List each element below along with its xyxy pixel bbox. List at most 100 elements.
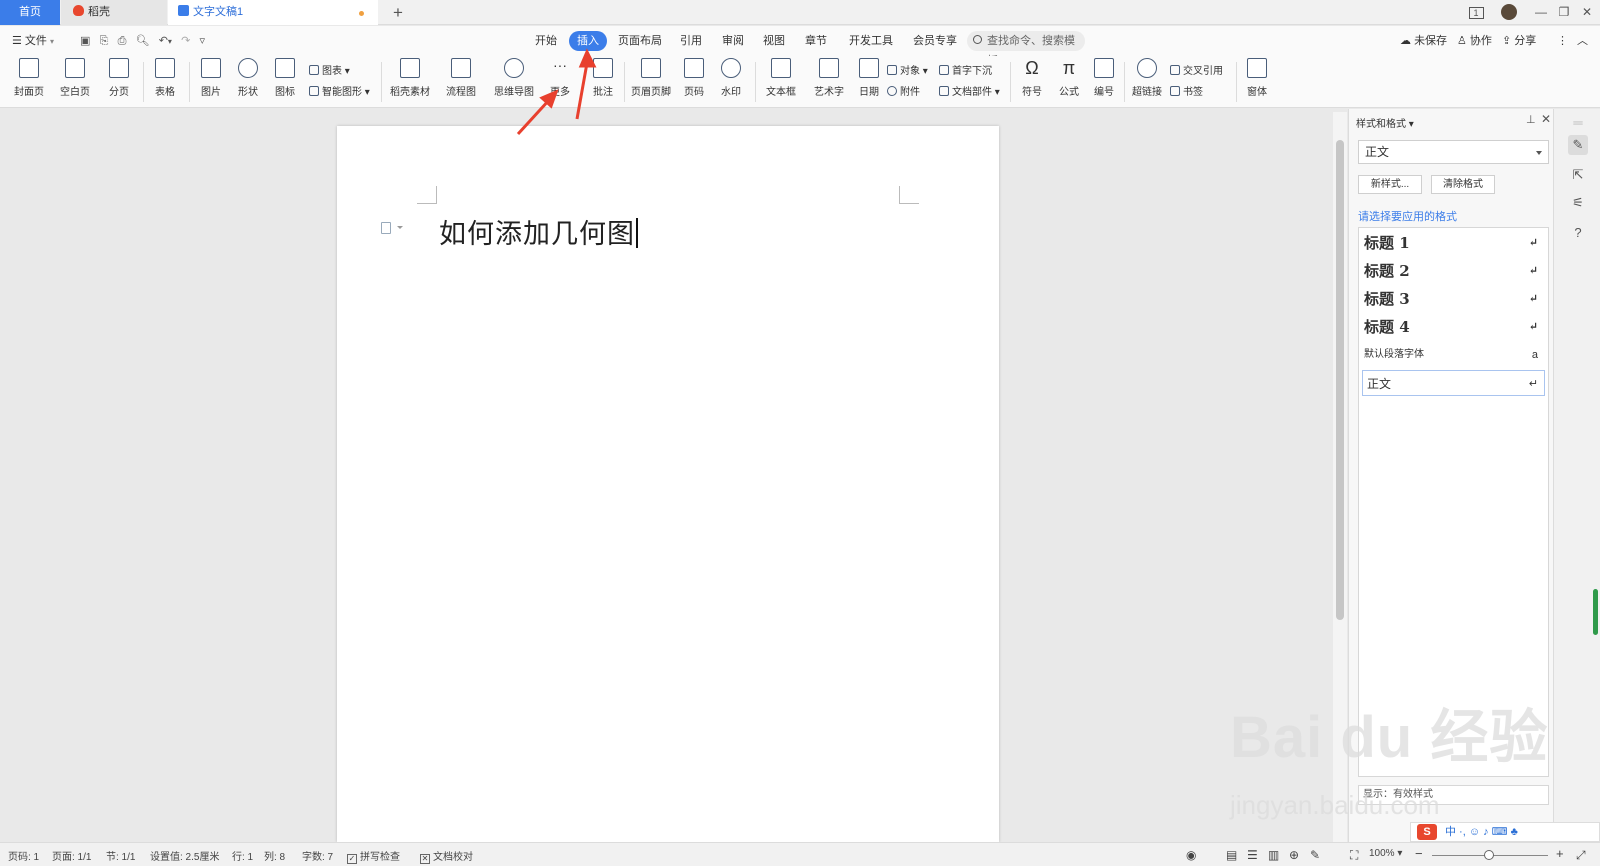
shape-button[interactable]: 形状 bbox=[231, 58, 265, 98]
new-tab-button[interactable]: + bbox=[388, 0, 408, 25]
status-setting[interactable]: 设置值: 2.5厘米 bbox=[150, 848, 219, 863]
eye-protection-icon[interactable]: ◉ bbox=[1186, 848, 1196, 862]
header-footer-button[interactable]: 页眉页脚 bbox=[629, 58, 673, 98]
wordart-button[interactable]: 艺术字 bbox=[808, 58, 850, 98]
command-search[interactable]: 查找命令、搜索模板 bbox=[967, 31, 1085, 67]
cross-ref-button[interactable]: 交叉引用 bbox=[1170, 62, 1223, 77]
hyperlink-button[interactable]: 超链接 bbox=[1130, 58, 1164, 98]
undo-icon[interactable]: ↶ bbox=[159, 35, 168, 47]
document-page[interactable]: 如何添加几何图 bbox=[337, 126, 999, 842]
style-pen-icon[interactable]: ✎ bbox=[1568, 135, 1588, 155]
status-word-count[interactable]: 字数: 7 bbox=[302, 848, 333, 863]
customize-icon[interactable]: ▿ bbox=[199, 35, 205, 47]
table-button[interactable]: 表格 bbox=[148, 58, 182, 98]
file-menu[interactable]: ☰ 文件 ▾ bbox=[12, 31, 54, 51]
window-badge[interactable]: 1 bbox=[1465, 0, 1487, 25]
print-preview-icon[interactable]: 🔍︎ bbox=[136, 35, 150, 47]
close-button[interactable]: ✕ bbox=[1576, 0, 1598, 25]
style-body-text[interactable]: 正文 ↵ bbox=[1362, 370, 1545, 396]
pin-icon[interactable]: ⊥ bbox=[1526, 113, 1536, 126]
formula-button[interactable]: π 公式 bbox=[1053, 58, 1085, 98]
print-icon[interactable]: ⎙ bbox=[118, 35, 127, 47]
bookmark-button[interactable]: 书签 bbox=[1170, 83, 1203, 98]
unsaved-button[interactable]: ☁ 未保存 bbox=[1400, 31, 1447, 51]
dropcap-button[interactable]: 首字下沉 bbox=[939, 62, 992, 77]
status-pages[interactable]: 页面: 1/1 bbox=[52, 848, 91, 863]
status-section[interactable]: 节: 1/1 bbox=[106, 848, 135, 863]
style-heading-3[interactable]: 标题 3 ↵ bbox=[1364, 286, 1544, 312]
properties-icon[interactable]: ⚟ bbox=[1568, 193, 1588, 213]
web-view-icon[interactable]: ⊕ bbox=[1289, 848, 1299, 862]
date-button[interactable]: 日期 bbox=[855, 58, 883, 98]
page-number-button[interactable]: 页码 bbox=[678, 58, 710, 98]
menu-developer[interactable]: 开发工具 bbox=[849, 31, 893, 51]
page-break-button[interactable]: 分页 bbox=[102, 58, 136, 98]
symbol-button[interactable]: Ω 符号 bbox=[1016, 58, 1048, 98]
select-cursor-icon[interactable]: ⇱ bbox=[1568, 165, 1588, 185]
current-style-select[interactable]: 正文 bbox=[1358, 140, 1549, 164]
spell-check-toggle[interactable]: ✓ 拼写检查 bbox=[347, 848, 400, 864]
doc-parts-button[interactable]: 文档部件 ▾ bbox=[939, 83, 1000, 98]
tab-home[interactable]: 首页 bbox=[0, 0, 60, 25]
ime-toolbar[interactable]: S 中 ·, ☺ ♪ ⌨ ♣ bbox=[1410, 822, 1600, 842]
form-button[interactable]: 窗体 bbox=[1242, 58, 1272, 98]
menu-start[interactable]: 开始 bbox=[535, 31, 557, 51]
cover-page-button[interactable]: 封面页 bbox=[10, 58, 48, 98]
help-icon[interactable]: ? bbox=[1568, 223, 1588, 243]
fullscreen-icon[interactable]: ⤢ bbox=[1576, 848, 1586, 863]
menu-member[interactable]: 会员专享 bbox=[913, 31, 957, 51]
menu-review[interactable]: 审阅 bbox=[722, 31, 744, 51]
collapse-ribbon-icon[interactable]: ︿ bbox=[1577, 31, 1588, 51]
collaborate-button[interactable]: ♙ 协作 bbox=[1457, 31, 1492, 51]
avatar[interactable] bbox=[1498, 0, 1520, 25]
minimize-button[interactable]: — bbox=[1530, 0, 1552, 25]
status-row[interactable]: 行: 1 bbox=[232, 848, 253, 863]
redo-icon[interactable]: ↷ bbox=[181, 35, 190, 47]
scrollbar-thumb[interactable] bbox=[1336, 140, 1344, 620]
chart-button[interactable]: 图表 ▾ bbox=[309, 62, 350, 77]
numbering-button[interactable]: 编号 bbox=[1090, 58, 1118, 98]
watermark-button[interactable]: 水印 bbox=[715, 58, 747, 98]
status-col[interactable]: 列: 8 bbox=[264, 848, 285, 863]
panel-title[interactable]: 样式和格式 ▾ bbox=[1356, 115, 1414, 130]
tab-daoke[interactable]: 稻壳 bbox=[61, 0, 167, 25]
style-heading-1[interactable]: 标题 1 ↵ bbox=[1364, 230, 1544, 256]
textbox-button[interactable]: 文本框 bbox=[760, 58, 802, 98]
zoom-in-icon[interactable]: + bbox=[1556, 846, 1564, 861]
restore-button[interactable]: ❐ bbox=[1553, 0, 1575, 25]
share-button[interactable]: ⇪ 分享 bbox=[1502, 31, 1536, 51]
more-button[interactable]: ··· 更多 bbox=[544, 58, 576, 98]
object-button[interactable]: 对象 ▾ bbox=[887, 62, 928, 77]
page-view-icon[interactable]: ▤ bbox=[1226, 848, 1237, 862]
clear-format-button[interactable]: 清除格式 bbox=[1431, 175, 1495, 194]
style-heading-4[interactable]: 标题 4 ↵ bbox=[1364, 314, 1544, 340]
menu-page-layout[interactable]: 页面布局 bbox=[618, 31, 662, 51]
outline-view-icon[interactable]: ☰ bbox=[1247, 848, 1258, 862]
more-options-icon[interactable]: ⋮ bbox=[1557, 31, 1568, 51]
zoom-level[interactable]: 100% ▾ bbox=[1369, 848, 1402, 859]
menu-insert[interactable]: 插入 bbox=[569, 31, 607, 51]
flowchart-button[interactable]: 流程图 bbox=[439, 58, 483, 98]
new-style-button[interactable]: 新样式... bbox=[1358, 175, 1422, 194]
status-page-code[interactable]: 页码: 1 bbox=[8, 848, 39, 863]
panel-close-icon[interactable]: ✕ bbox=[1541, 112, 1551, 126]
fit-page-icon[interactable]: ⛶ bbox=[1350, 848, 1358, 863]
doc-proof-toggle[interactable]: ✕ 文档校对 bbox=[420, 848, 473, 864]
save-icon[interactable]: ▣ bbox=[80, 35, 90, 47]
comment-button[interactable]: 批注 bbox=[587, 58, 619, 98]
blank-page-button[interactable]: 空白页 bbox=[56, 58, 94, 98]
style-default-font[interactable]: 默认段落字体 a bbox=[1364, 342, 1544, 368]
picture-button[interactable]: 图片 bbox=[194, 58, 228, 98]
zoom-out-icon[interactable]: − bbox=[1415, 846, 1423, 861]
zoom-slider-handle[interactable] bbox=[1484, 850, 1494, 860]
menu-view[interactable]: 视图 bbox=[763, 31, 785, 51]
side-handle[interactable] bbox=[1593, 589, 1598, 635]
smartart-button[interactable]: 智能图形 ▾ bbox=[309, 83, 370, 98]
style-heading-2[interactable]: 标题 2 ↵ bbox=[1364, 258, 1544, 284]
document-text[interactable]: 如何添加几何图 bbox=[439, 212, 638, 251]
mindmap-button[interactable]: 思维导图 bbox=[489, 58, 539, 98]
menu-references[interactable]: 引用 bbox=[680, 31, 702, 51]
menu-chapter[interactable]: 章节 bbox=[805, 31, 827, 51]
daoke-material-button[interactable]: 稻壳素材 bbox=[387, 58, 433, 98]
write-mode-icon[interactable]: ✎ bbox=[1310, 848, 1320, 862]
